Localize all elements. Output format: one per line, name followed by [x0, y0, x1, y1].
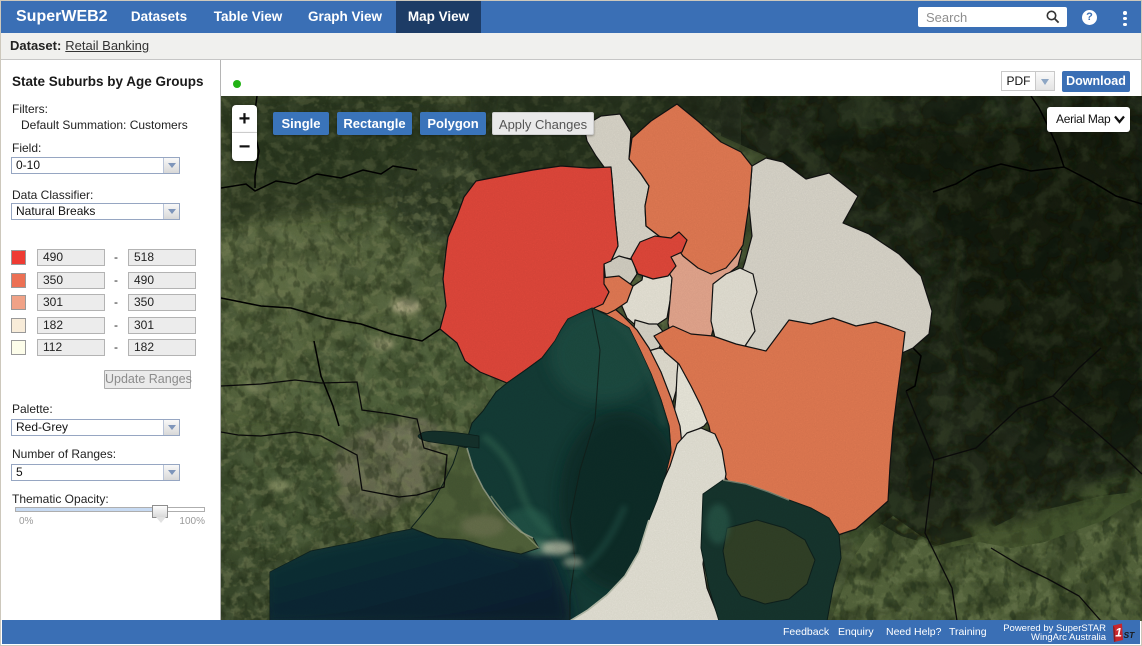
svg-text:1: 1	[1115, 626, 1122, 640]
svg-text:ST: ST	[1124, 630, 1136, 640]
